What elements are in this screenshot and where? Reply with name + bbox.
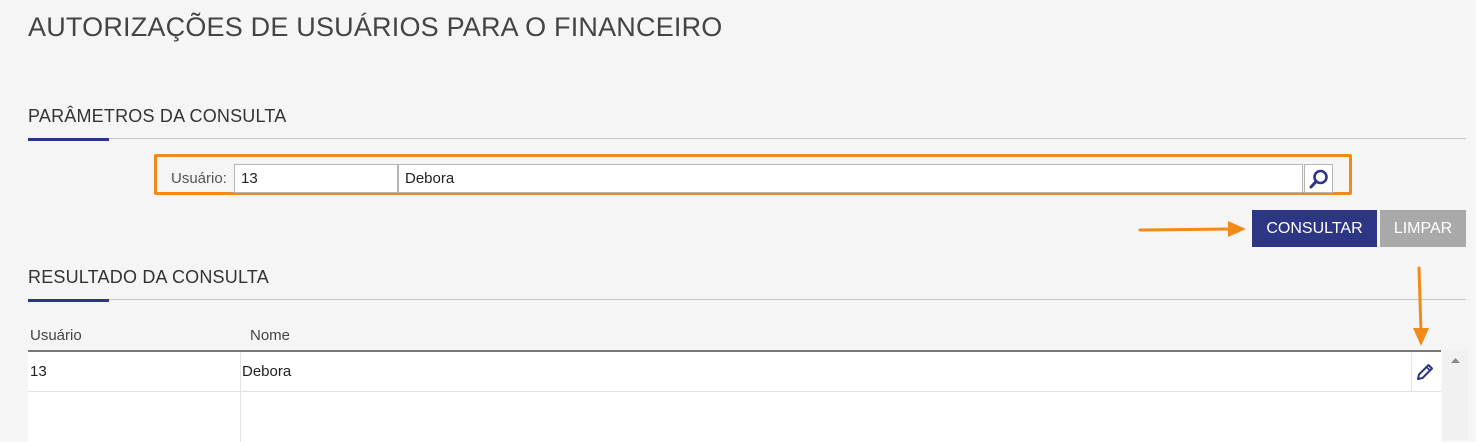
section-underline <box>28 138 109 141</box>
magnifier-icon <box>1309 169 1328 188</box>
column-header-usuario[interactable]: Usuário <box>30 327 82 344</box>
scroll-up-arrow-icon[interactable] <box>1443 350 1468 370</box>
column-divider <box>240 352 241 391</box>
annotation-arrow-right <box>1138 221 1246 237</box>
user-code-input[interactable] <box>234 164 398 193</box>
user-label: Usuário: <box>171 170 227 187</box>
table-row[interactable]: 13 Debora <box>28 352 1441 392</box>
results-section-title: RESULTADO DA CONSULTA <box>28 267 269 287</box>
column-header-nome[interactable]: Nome <box>250 327 290 344</box>
cell-usuario: 13 <box>30 363 47 380</box>
page-title: AUTORIZAÇÕES DE USUÁRIOS PARA O FINANCEI… <box>28 12 723 42</box>
user-name-input[interactable] <box>398 164 1303 193</box>
params-section-title: PARÂMETROS DA CONSULTA <box>28 106 287 126</box>
column-divider <box>1411 352 1412 391</box>
pencil-edit-icon <box>1417 364 1433 380</box>
consultar-button[interactable]: CONSULTAR <box>1252 210 1377 247</box>
limpar-button[interactable]: LIMPAR <box>1380 210 1466 247</box>
cell-nome: Debora <box>242 363 292 380</box>
section-underline <box>28 299 109 302</box>
results-table: 13 Debora <box>28 350 1441 442</box>
params-section-header: PARÂMETROS DA CONSULTA <box>28 106 1466 141</box>
edit-row-button[interactable] <box>1414 361 1436 388</box>
results-section-header: RESULTADO DA CONSULTA <box>28 267 1466 302</box>
user-search-button[interactable] <box>1304 164 1333 193</box>
results-scrollbar[interactable] <box>1443 350 1468 440</box>
